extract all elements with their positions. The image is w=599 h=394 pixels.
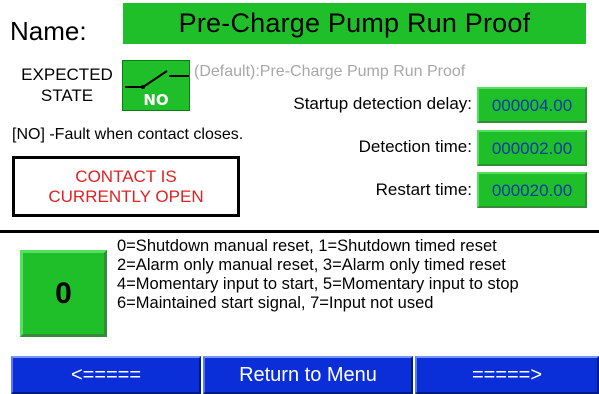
contact-type-button[interactable]: NO xyxy=(122,60,190,111)
mode-code-button[interactable]: 0 xyxy=(20,250,107,337)
mode-option: 2=Alarm only manual reset, 3=Alarm only … xyxy=(117,256,506,274)
restart-time-label: Restart time: xyxy=(375,180,472,199)
default-name-text: (Default):Pre-Charge Pump Run Proof xyxy=(194,63,466,80)
return-to-menu-button[interactable]: Return to Menu xyxy=(203,356,413,394)
expected-state-line2: STATE xyxy=(40,86,94,105)
mode-option: 6=Maintained start signal, 7=Input not u… xyxy=(117,294,434,312)
contact-type-badge: NO xyxy=(143,91,169,109)
restart-time-button[interactable]: 000020.00 xyxy=(477,172,587,208)
contact-status-box: CONTACT IS CURRENTLY OPEN xyxy=(12,156,240,217)
startup-delay-label: Startup detection delay: xyxy=(293,94,472,113)
status-line2: CURRENTLY OPEN xyxy=(48,187,204,206)
detection-time-button[interactable]: 000002.00 xyxy=(477,130,587,166)
section-divider xyxy=(0,230,599,233)
mode-option: 4=Momentary input to start, 5=Momentary … xyxy=(117,275,519,293)
next-page-button[interactable]: =====> xyxy=(415,356,599,394)
prev-page-button[interactable]: <===== xyxy=(11,356,201,394)
expected-state-line1: EXPECTED xyxy=(21,65,113,84)
fault-description: [NO] -Fault when contact closes. xyxy=(12,126,244,143)
detection-time-label: Detection time: xyxy=(358,137,472,156)
status-line1: CONTACT IS xyxy=(75,167,177,186)
startup-delay-button[interactable]: 000004.00 xyxy=(477,87,587,123)
mode-option: 0=Shutdown manual reset, 1=Shutdown time… xyxy=(117,237,497,255)
name-label: Name: xyxy=(10,16,87,46)
expected-state-label: EXPECTED STATE xyxy=(12,64,122,106)
name-field[interactable]: Pre-Charge Pump Run Proof xyxy=(123,3,586,44)
mode-options-list: 0=Shutdown manual reset, 1=Shutdown time… xyxy=(117,237,519,313)
